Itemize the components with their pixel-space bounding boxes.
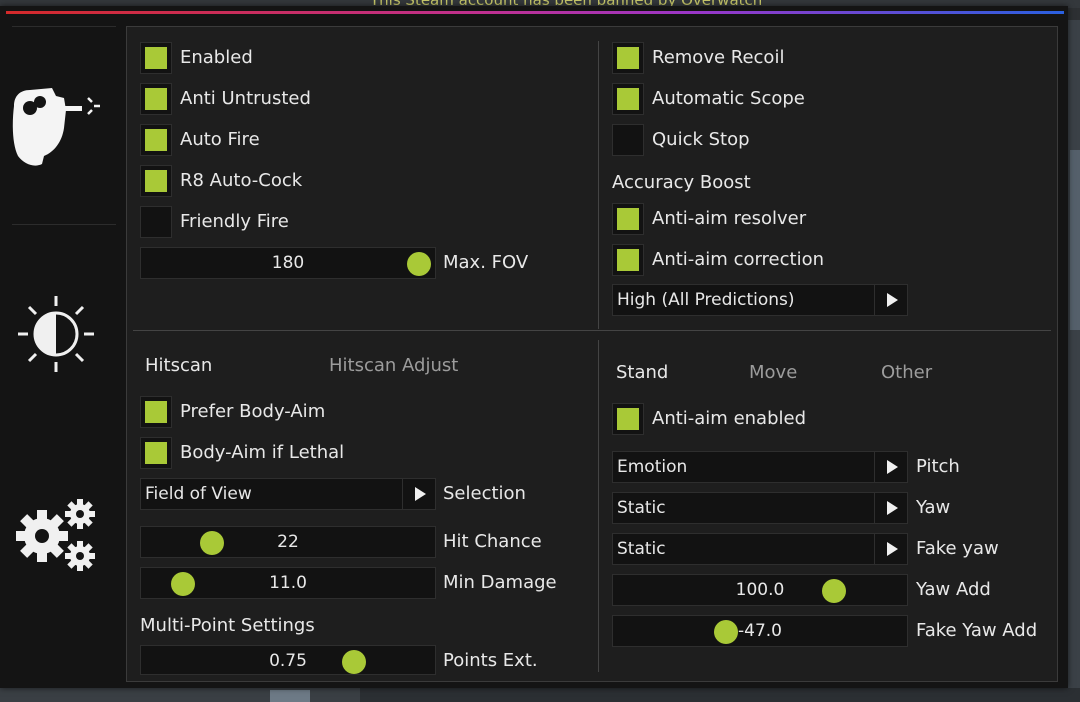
body-aim-lethal-checkbox[interactable] <box>140 437 172 469</box>
anti-aim-resolver-checkbox[interactable] <box>612 203 644 235</box>
pitch-dropdown[interactable]: Emotion <box>612 451 908 483</box>
selection-label: Selection <box>443 483 526 504</box>
fake-yaw-dropdown[interactable]: Static <box>612 533 908 565</box>
gears-icon <box>16 499 95 571</box>
points-ext-knob[interactable] <box>342 650 366 674</box>
tab-hitscan-adjust[interactable]: Hitscan Adjust <box>329 355 458 377</box>
anti-untrusted-label: Anti Untrusted <box>180 88 311 109</box>
background-taskbar <box>0 688 1080 702</box>
accuracy-boost-dropdown[interactable]: High (All Predictions) <box>612 284 908 316</box>
multipoint-title: Multi-Point Settings <box>140 615 315 636</box>
yaw-add-label: Yaw Add <box>916 579 991 600</box>
hit-chance-value: 22 <box>277 532 299 552</box>
accuracy-boost-title: Accuracy Boost <box>612 172 751 193</box>
hit-chance-knob[interactable] <box>200 531 224 555</box>
prefer-body-aim-checkbox[interactable] <box>140 396 172 428</box>
min-damage-knob[interactable] <box>171 572 195 596</box>
r8-auto-cock-label: R8 Auto-Cock <box>180 170 303 191</box>
remove-recoil-checkbox[interactable] <box>612 42 644 74</box>
yaw-add-slider[interactable]: 100.0 <box>612 574 908 606</box>
r8-auto-cock-checkbox[interactable] <box>140 165 172 197</box>
min-damage-slider[interactable]: 11.0 <box>140 567 436 599</box>
anti-untrusted-checkbox[interactable] <box>140 83 172 115</box>
yaw-dropdown[interactable]: Static <box>612 492 908 524</box>
min-damage-label: Min Damage <box>443 572 557 593</box>
divider <box>133 330 1051 331</box>
fake-yaw-label: Fake yaw <box>916 538 999 559</box>
dropdown-arrow-icon[interactable] <box>402 479 435 509</box>
cheat-menu-window: Enabled Anti Untrusted Auto Fire R8 Auto… <box>0 6 1068 688</box>
friendly-fire-checkbox[interactable] <box>140 206 172 238</box>
automatic-scope-checkbox[interactable] <box>612 83 644 115</box>
tab-move[interactable]: Move <box>749 362 797 384</box>
dropdown-arrow-icon[interactable] <box>874 493 907 523</box>
fake-yaw-value: Static <box>617 539 666 559</box>
tab-visuals[interactable] <box>12 226 116 452</box>
tab-hitscan[interactable]: Hitscan <box>145 355 212 377</box>
enabled-checkbox[interactable] <box>140 42 172 74</box>
divider <box>598 340 599 672</box>
content-panel: Enabled Anti Untrusted Auto Fire R8 Auto… <box>126 26 1058 682</box>
max-fov-slider[interactable]: 180 <box>140 247 436 279</box>
selection-dropdown[interactable]: Field of View <box>140 478 436 510</box>
points-ext-label: Points Ext. <box>443 650 538 671</box>
yaw-add-knob[interactable] <box>822 579 846 603</box>
max-fov-value: 180 <box>271 253 305 273</box>
tab-aimbot[interactable] <box>12 26 116 222</box>
points-ext-slider[interactable]: 0.75 <box>140 645 436 675</box>
dropdown-arrow-icon[interactable] <box>874 452 907 482</box>
fake-yaw-add-knob[interactable] <box>714 620 738 644</box>
yaw-label: Yaw <box>916 497 951 518</box>
tab-separator <box>12 224 116 225</box>
anti-aim-correction-checkbox[interactable] <box>612 244 644 276</box>
yaw-value: Static <box>617 498 666 518</box>
quick-stop-label: Quick Stop <box>652 129 750 150</box>
anti-aim-resolver-label: Anti-aim resolver <box>652 208 807 229</box>
anti-aim-enabled-checkbox[interactable] <box>612 403 644 435</box>
title-gradient-bar <box>6 11 1064 14</box>
prefer-body-aim-label: Prefer Body-Aim <box>180 401 326 422</box>
anti-aim-correction-label: Anti-aim correction <box>652 249 825 270</box>
remove-recoil-label: Remove Recoil <box>652 47 785 68</box>
friendly-fire-label: Friendly Fire <box>180 211 289 232</box>
quick-stop-checkbox[interactable] <box>612 124 644 156</box>
fake-yaw-add-label: Fake Yaw Add <box>916 620 1038 641</box>
accuracy-boost-value: High (All Predictions) <box>617 290 795 310</box>
automatic-scope-label: Automatic Scope <box>652 88 805 109</box>
pitch-label: Pitch <box>916 456 960 477</box>
hit-chance-slider[interactable]: 22 <box>140 526 436 558</box>
pitch-value: Emotion <box>617 457 688 477</box>
tab-other[interactable]: Other <box>881 362 932 384</box>
headshot-icon <box>12 88 100 166</box>
points-ext-value: 0.75 <box>269 651 307 671</box>
dropdown-arrow-icon[interactable] <box>874 534 907 564</box>
selection-value: Field of View <box>145 484 252 504</box>
max-fov-knob[interactable] <box>407 252 431 276</box>
tab-stand[interactable]: Stand <box>616 362 668 384</box>
brightness-icon <box>18 296 94 372</box>
dropdown-arrow-icon[interactable] <box>874 285 907 315</box>
fake-yaw-add-slider[interactable]: -47.0 <box>612 615 908 647</box>
anti-aim-enabled-label: Anti-aim enabled <box>652 408 807 429</box>
sidebar <box>12 26 116 682</box>
yaw-add-value: 100.0 <box>735 580 785 600</box>
tab-misc[interactable] <box>12 456 116 682</box>
max-fov-label: Max. FOV <box>443 252 529 273</box>
background-right <box>1068 20 1080 702</box>
body-aim-lethal-label: Body-Aim if Lethal <box>180 442 345 463</box>
divider <box>598 41 599 329</box>
fake-yaw-add-value: -47.0 <box>738 621 782 641</box>
enabled-label: Enabled <box>180 47 253 68</box>
hit-chance-label: Hit Chance <box>443 531 542 552</box>
auto-fire-label: Auto Fire <box>180 129 260 150</box>
auto-fire-checkbox[interactable] <box>140 124 172 156</box>
